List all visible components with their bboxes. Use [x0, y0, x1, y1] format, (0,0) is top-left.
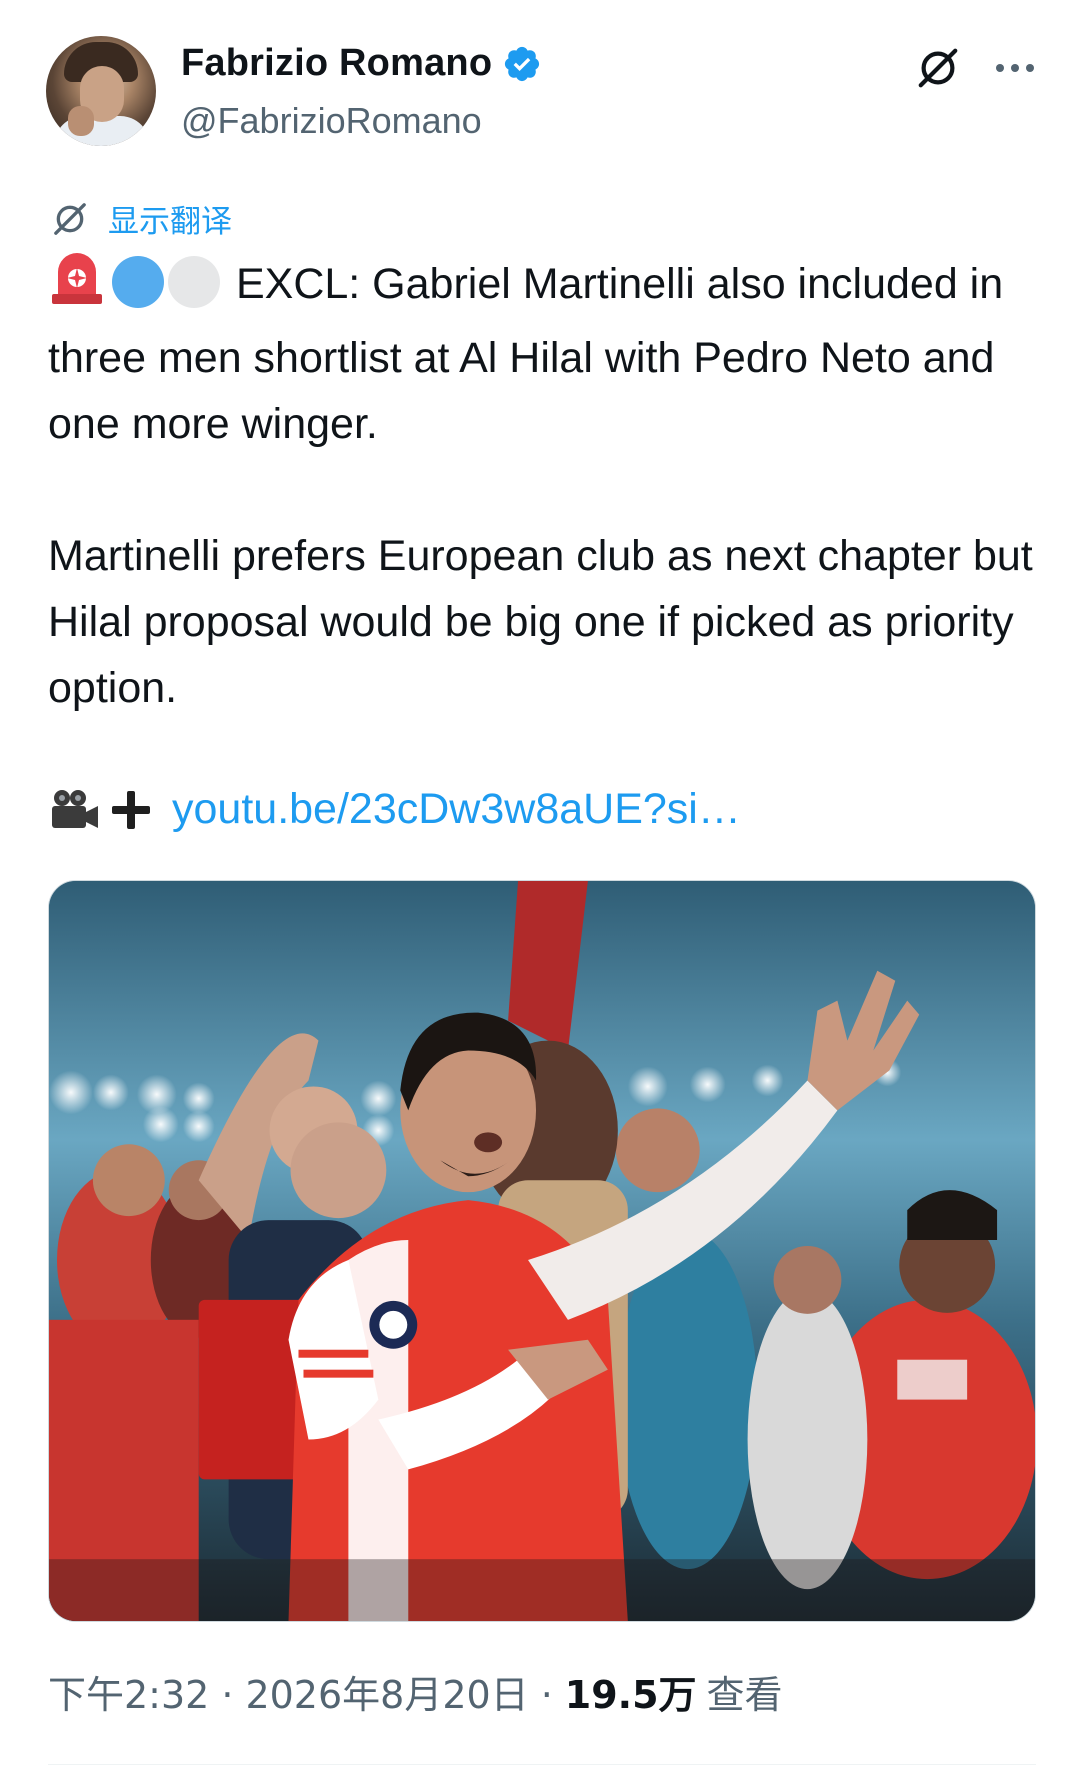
- youtube-link[interactable]: youtu.be/23cDw3w8aUE?si…: [172, 785, 741, 834]
- separator-dot: ·: [540, 1673, 553, 1717]
- tweet-header: Fabrizio Romano @FabrizioRomano: [0, 0, 1080, 170]
- more-icon: [996, 64, 1034, 72]
- tweet-paragraph-2: Martinelli prefers European club as next…: [48, 532, 1033, 712]
- movie-camera-icon: [52, 789, 98, 828]
- tweet-text: EXCL: Gabriel Martinelli also included i…: [48, 250, 1048, 787]
- more-options-button[interactable]: [990, 42, 1040, 94]
- blue-circle-icon: [112, 256, 164, 308]
- tweet-meta: 下午2:32 · 2026年8月20日 · 19.5万 查看: [48, 1664, 783, 1719]
- views-count[interactable]: 19.5万: [565, 1664, 697, 1719]
- tweet-time[interactable]: 下午2:32: [48, 1664, 209, 1719]
- divider: [48, 1764, 1036, 1765]
- show-translation-label[interactable]: 显示翻译: [108, 196, 232, 241]
- tweet-photo[interactable]: [48, 880, 1036, 1622]
- grok-icon: [54, 202, 86, 235]
- rotating-light-icon: [48, 250, 106, 325]
- views-label[interactable]: 查看: [707, 1664, 783, 1719]
- avatar[interactable]: [46, 36, 156, 146]
- grok-icon: [918, 48, 958, 88]
- grok-button[interactable]: [912, 42, 964, 94]
- author-handle[interactable]: @FabrizioRomano: [181, 100, 482, 142]
- tweet-paragraph-1: EXCL: Gabriel Martinelli also included i…: [48, 250, 1048, 457]
- author-name-row[interactable]: Fabrizio Romano: [181, 42, 542, 85]
- plus-icon: [112, 790, 150, 829]
- tweet-link-row: youtu.be/23cDw3w8aUE?si…: [48, 785, 741, 834]
- author-name[interactable]: Fabrizio Romano: [181, 42, 492, 85]
- show-translation-button[interactable]: 显示翻译: [50, 196, 232, 241]
- tweet-date[interactable]: 2026年8月20日: [245, 1664, 528, 1719]
- verified-badge-icon: [505, 46, 540, 81]
- celebration-photo: [49, 881, 1035, 1621]
- separator-dot: ·: [221, 1673, 234, 1717]
- white-circle-icon: [168, 256, 220, 308]
